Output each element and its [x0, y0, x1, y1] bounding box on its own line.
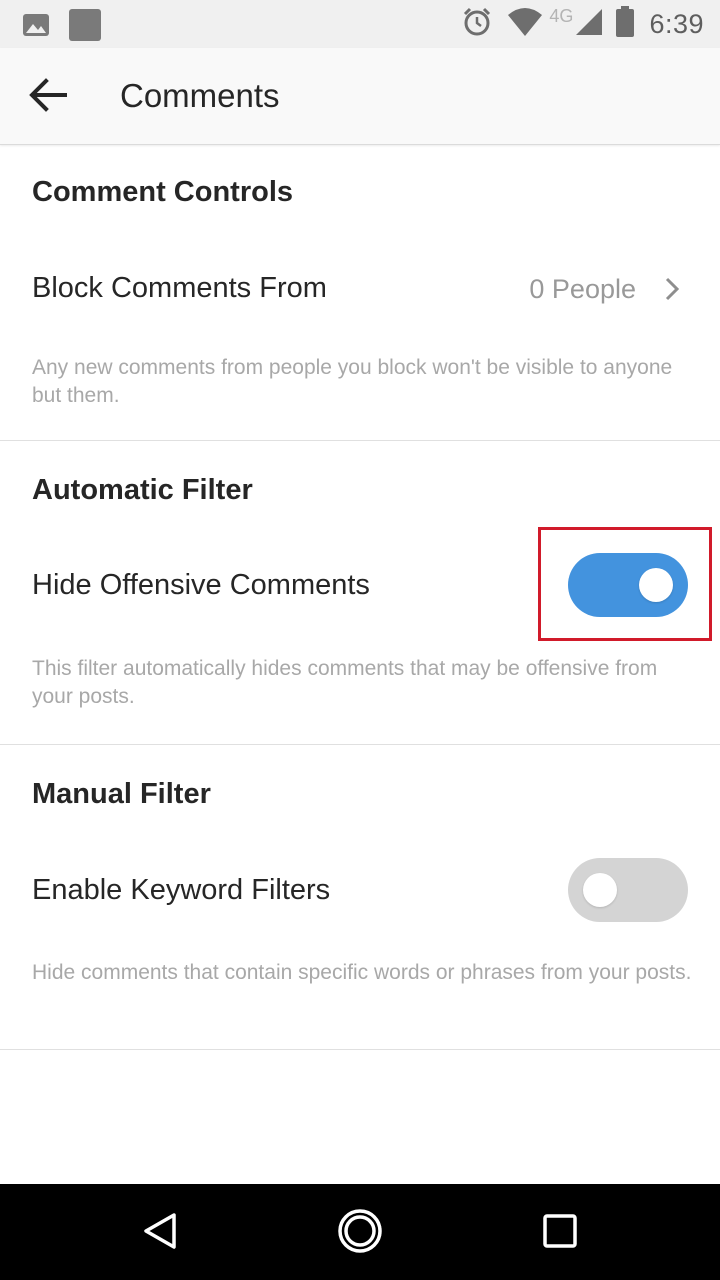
blocked-people-count: 0 People [529, 274, 636, 304]
hide-offensive-comments-label: Hide Offensive Comments [32, 569, 370, 601]
enable-keyword-filters-toggle[interactable] [568, 858, 688, 922]
nav-back-button[interactable] [135, 1208, 185, 1258]
system-navigation-bar [0, 1184, 720, 1280]
status-time: 6:39 [649, 8, 704, 39]
divider [0, 1049, 720, 1050]
block-comments-row[interactable]: Block Comments From 0 People [0, 240, 720, 336]
enable-keyword-filters-label: Enable Keyword Filters [32, 874, 331, 906]
wifi-icon [507, 7, 543, 42]
chevron-right-icon [664, 276, 680, 307]
section-heading-manual-filter: Manual Filter [32, 778, 211, 810]
battery-icon [615, 5, 635, 43]
divider [0, 744, 720, 745]
alarm-icon [461, 6, 493, 43]
page-title: Comments [120, 77, 280, 114]
network-type: 4G [549, 5, 574, 26]
nav-recents-button[interactable] [535, 1208, 585, 1258]
app-bar: Comments [0, 48, 720, 145]
nav-home-button[interactable] [335, 1208, 385, 1258]
signal-icon [575, 8, 603, 41]
arrow-left-icon [29, 77, 67, 117]
toggle-knob [583, 873, 617, 907]
section-heading-comment-controls: Comment Controls [32, 176, 293, 208]
back-button[interactable] [22, 73, 74, 121]
divider [0, 440, 720, 441]
manual-filter-description: Hide comments that contain specific word… [32, 961, 692, 984]
app-square-icon [68, 8, 102, 47]
highlight-box [538, 527, 712, 641]
block-comments-description: Any new comments from people you block w… [32, 356, 673, 407]
automatic-filter-description: This filter automatically hides comments… [32, 657, 658, 708]
status-bar: 4G 6:39 [0, 0, 720, 48]
recents-square-icon [542, 1213, 578, 1254]
section-heading-automatic-filter: Automatic Filter [32, 474, 253, 506]
back-triangle-icon [140, 1211, 180, 1256]
block-comments-label: Block Comments From [32, 272, 327, 304]
image-icon [22, 11, 50, 44]
home-circle-icon [337, 1208, 383, 1259]
